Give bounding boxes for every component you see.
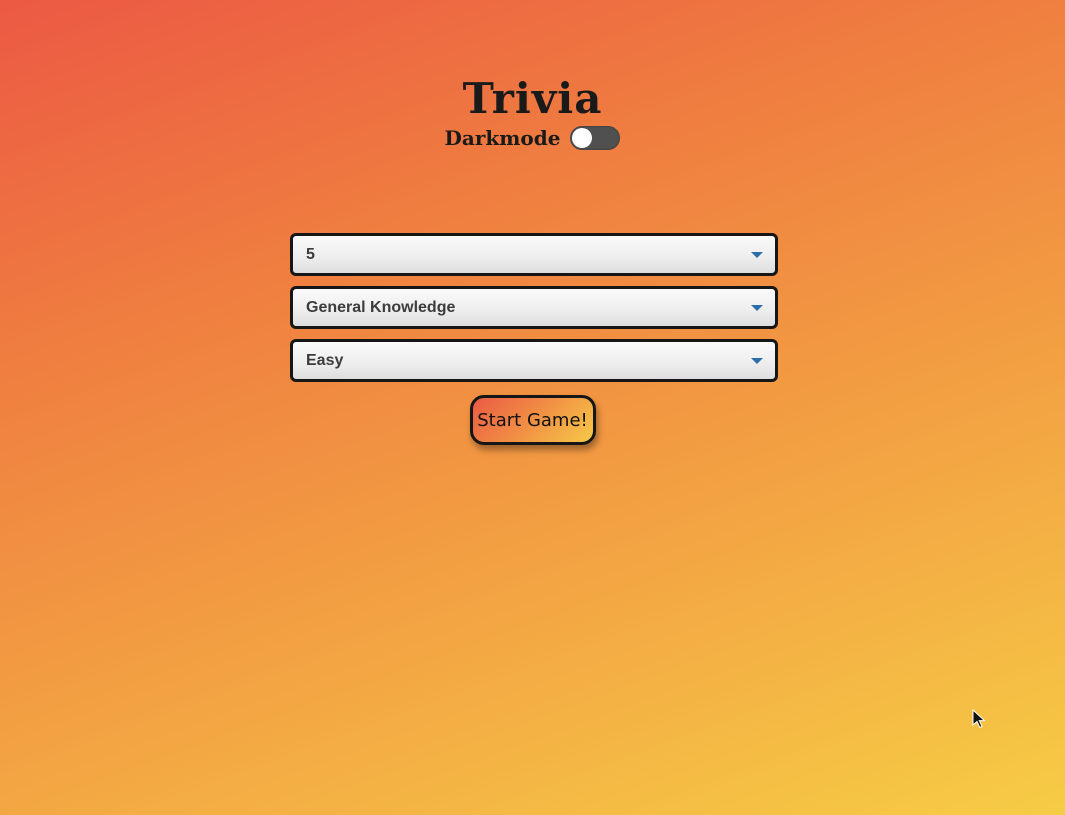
question-count-value: 5 [306,245,315,263]
chevron-down-icon [751,357,763,364]
start-button-wrap: Start Game! [0,395,1065,445]
category-value: General Knowledge [306,298,456,316]
difficulty-select[interactable]: Easy [290,339,778,382]
toggle-knob [572,128,593,148]
start-game-button[interactable]: Start Game! [469,395,596,445]
mouse-pointer-icon [972,709,986,729]
difficulty-value: Easy [306,351,344,369]
category-select[interactable]: General Knowledge [290,286,778,329]
darkmode-label: Darkmode [444,126,561,150]
game-settings-form: 5 General Knowledge Easy [290,233,778,392]
chevron-down-icon [751,251,763,258]
header: Trivia Darkmode [0,74,1065,152]
page-title: Trivia [462,74,603,123]
question-count-select[interactable]: 5 [290,233,778,276]
darkmode-row: Darkmode [0,124,1065,152]
darkmode-toggle[interactable] [570,126,621,150]
chevron-down-icon [751,304,763,311]
